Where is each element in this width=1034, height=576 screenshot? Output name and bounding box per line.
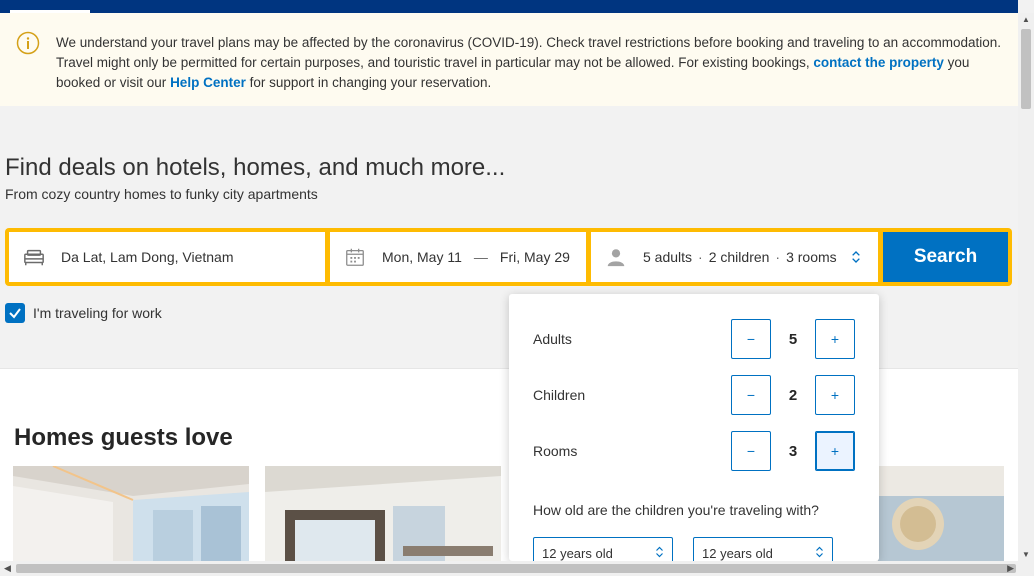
rooms-summary: 3 rooms — [786, 249, 837, 265]
guests-popup: Adults − 5 + Children − 2 + Rooms − 3 + … — [509, 294, 879, 567]
calendar-icon — [346, 248, 364, 266]
contact-property-link[interactable]: contact the property — [813, 55, 944, 70]
horizontal-scrollbar-thumb[interactable] — [16, 564, 1016, 573]
checkin-date[interactable]: Mon, May 11 — [382, 249, 462, 265]
page-title: Find deals on hotels, homes, and much mo… — [5, 154, 506, 181]
rooms-value: 3 — [788, 442, 798, 460]
summary-dot: · — [698, 249, 703, 265]
covid-notice-banner: We understand your travel plans may be a… — [0, 13, 1018, 106]
summary-dot: · — [775, 249, 781, 265]
destination-field[interactable]: Da Lat, Lam Dong, Vietnam — [9, 232, 325, 282]
info-icon — [16, 31, 40, 55]
date-separator: — — [473, 249, 488, 265]
work-travel-checkbox-row[interactable]: I'm traveling for work — [5, 303, 162, 323]
scroll-left-arrow-icon[interactable]: ◀ — [4, 563, 11, 574]
person-icon — [607, 249, 625, 267]
rooms-increment-button[interactable]: + — [815, 431, 855, 471]
adults-increment-button[interactable]: + — [815, 319, 855, 359]
child-age-value: 12 years old — [542, 546, 613, 561]
rooms-stepper: − 3 + — [731, 431, 855, 471]
work-travel-checkbox[interactable] — [5, 303, 25, 323]
covid-notice-text: We understand your travel plans may be a… — [56, 35, 1001, 90]
children-increment-button[interactable]: + — [815, 375, 855, 415]
top-nav-bar — [0, 0, 1018, 13]
checkmark-icon — [9, 308, 21, 319]
homes-section-title: Homes guests love — [14, 424, 233, 451]
guests-field[interactable]: 5 adults · 2 children · 3 rooms — [591, 232, 878, 282]
children-summary: 2 children — [708, 249, 770, 265]
children-decrement-button[interactable]: − — [731, 375, 771, 415]
scroll-right-arrow-icon[interactable]: ▶ — [1007, 563, 1014, 574]
adults-label: Adults — [533, 331, 572, 347]
scroll-down-arrow-icon[interactable]: ▼ — [1022, 550, 1030, 559]
vertical-scrollbar[interactable]: ▲ ▼ — [1018, 13, 1034, 561]
search-bar: Da Lat, Lam Dong, Vietnam Mon, May 11 — … — [5, 228, 1012, 286]
children-label: Children — [533, 387, 586, 403]
home-card-image[interactable] — [265, 466, 501, 562]
room-photo — [265, 466, 501, 562]
date-range-field[interactable]: Mon, May 11 — Fri, May 29 — [330, 232, 586, 282]
adults-stepper: − 5 + — [731, 319, 855, 359]
rooms-row: Rooms − 3 + — [533, 431, 855, 471]
children-value: 2 — [788, 386, 798, 404]
page-subtitle: From cozy country homes to funky city ap… — [5, 186, 318, 202]
rooms-label: Rooms — [533, 443, 578, 459]
adults-summary: 5 adults — [643, 249, 693, 265]
adults-decrement-button[interactable]: − — [731, 319, 771, 359]
home-card-image[interactable] — [13, 466, 249, 562]
children-age-question: How old are the children you're travelin… — [533, 502, 819, 518]
scroll-up-arrow-icon[interactable]: ▲ — [1022, 15, 1030, 24]
child-age-value: 12 years old — [702, 546, 773, 561]
horizontal-scrollbar[interactable]: ◀ ▶ — [0, 561, 1034, 576]
room-photo — [13, 466, 249, 562]
children-row: Children − 2 + — [533, 375, 855, 415]
checkout-date[interactable]: Fri, May 29 — [500, 249, 570, 265]
bed-icon — [24, 249, 44, 266]
chevron-updown-icon — [851, 251, 860, 263]
chevron-updown-icon — [816, 546, 823, 558]
adults-value: 5 — [788, 330, 798, 348]
destination-value: Da Lat, Lam Dong, Vietnam — [61, 249, 234, 265]
adults-row: Adults − 5 + — [533, 319, 855, 359]
chevron-updown-icon — [656, 546, 663, 558]
vertical-scrollbar-thumb[interactable] — [1021, 29, 1031, 109]
children-stepper: − 2 + — [731, 375, 855, 415]
help-center-link[interactable]: Help Center — [170, 75, 246, 90]
work-travel-label: I'm traveling for work — [33, 305, 162, 321]
rooms-decrement-button[interactable]: − — [731, 431, 771, 471]
search-button[interactable]: Search — [883, 232, 1008, 282]
